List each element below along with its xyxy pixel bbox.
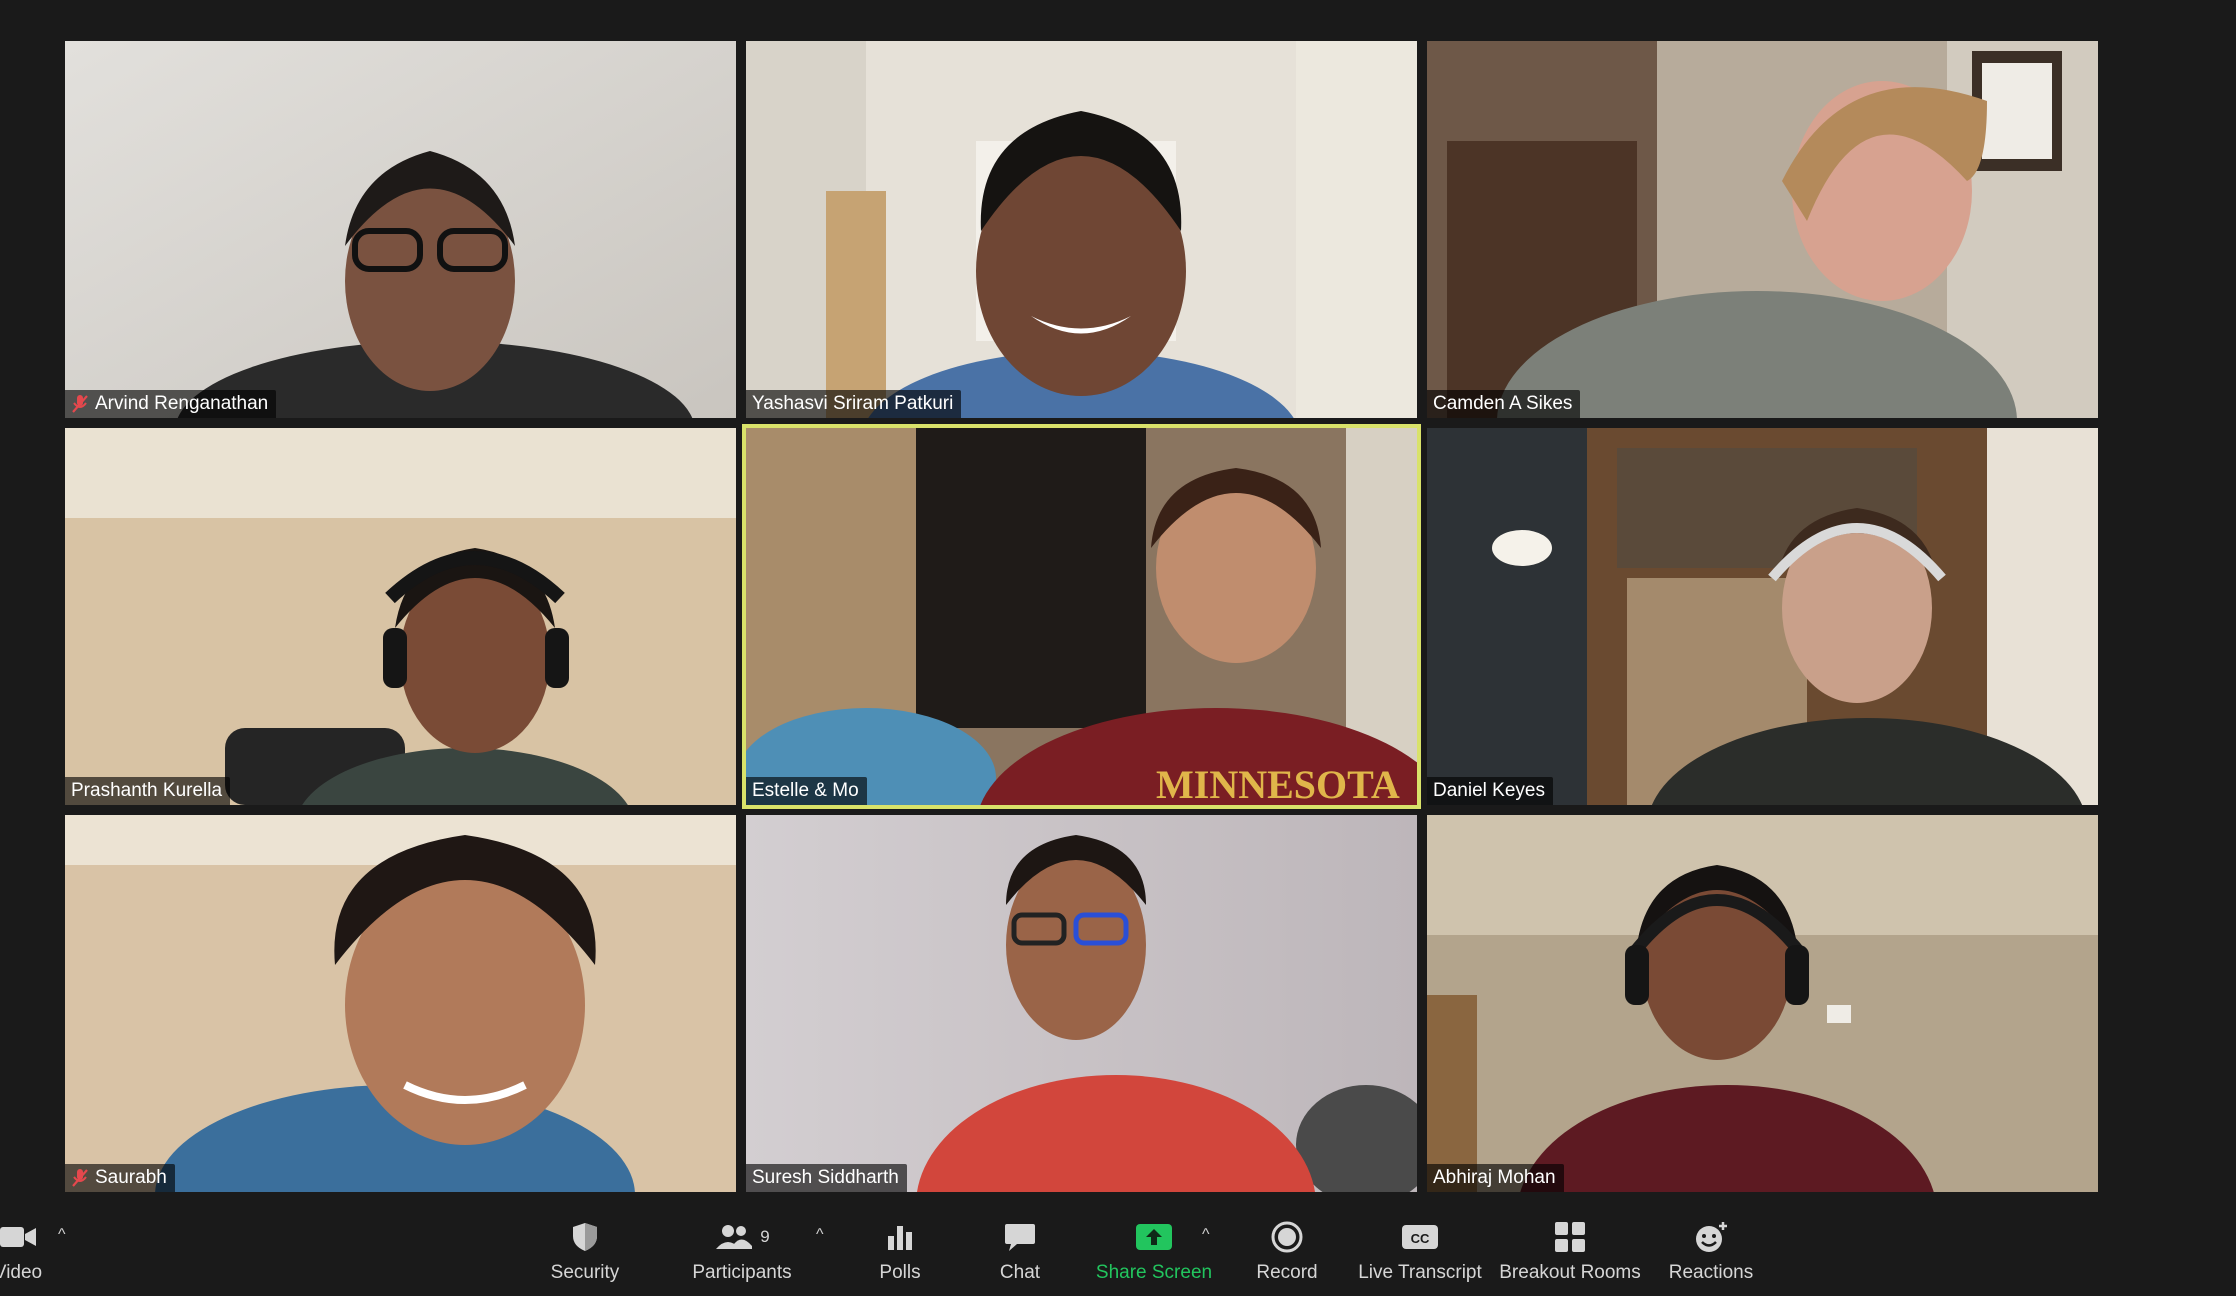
reactions-button[interactable]: Reactions (1666, 1218, 1756, 1288)
svg-text:CC: CC (1411, 1231, 1430, 1246)
video-feed (1427, 815, 2098, 1192)
video-feed (65, 41, 736, 418)
security-button[interactable]: Security (540, 1218, 630, 1288)
muted-microphone-icon (72, 395, 88, 413)
participants-button[interactable]: 9 Participants (686, 1218, 798, 1288)
video-grid: Arvind Renganathan Yashasvi Sriram Patku… (0, 0, 2236, 1200)
participant-name-tag: Arvind Renganathan (65, 390, 277, 418)
participant-name: Suresh Siddharth (752, 1167, 899, 1188)
video-button[interactable]: Video (0, 1218, 60, 1288)
video-camera-icon (0, 1218, 38, 1256)
participant-name: Daniel Keyes (1433, 780, 1545, 801)
participant-name: Saurabh (95, 1167, 167, 1188)
reactions-label: Reactions (1668, 1262, 1754, 1283)
video-feed (1427, 41, 2098, 418)
breakout-rooms-label: Breakout Rooms (1499, 1262, 1641, 1283)
participant-name-tag: Abhiraj Mohan (1427, 1164, 1564, 1192)
video-tile[interactable]: Arvind Renganathan (65, 41, 736, 418)
live-transcript-label: Live Transcript (1358, 1262, 1482, 1283)
video-feed (746, 815, 1417, 1192)
video-feed (65, 428, 736, 805)
chat-button[interactable]: Chat (990, 1218, 1050, 1288)
share-screen-button[interactable]: Share Screen (1092, 1218, 1216, 1288)
participant-name-tag: Daniel Keyes (1427, 777, 1553, 805)
live-transcript-button[interactable]: CC Live Transcript (1358, 1218, 1482, 1288)
video-tile[interactable]: Yashasvi Sriram Patkuri (746, 41, 1417, 418)
participants-count: 9 (760, 1227, 770, 1246)
bar-chart-icon (885, 1218, 915, 1256)
video-feed (65, 815, 736, 1192)
video-label: Video (0, 1262, 43, 1283)
breakout-rooms-button[interactable]: Breakout Rooms (1499, 1218, 1641, 1288)
participants-icon: 9 (714, 1218, 770, 1256)
video-feed: MINNESOTA (746, 428, 1417, 805)
share-screen-options-caret[interactable]: ^ (1202, 1226, 1210, 1244)
emoji-reaction-icon (1693, 1218, 1729, 1256)
video-options-caret[interactable]: ^ (58, 1226, 66, 1244)
polls-label: Polls (879, 1262, 921, 1283)
participant-name-tag: Suresh Siddharth (746, 1164, 907, 1192)
participant-name: Camden A Sikes (1433, 393, 1573, 414)
participant-name: Yashasvi Sriram Patkuri (752, 393, 954, 414)
record-button[interactable]: Record (1252, 1218, 1322, 1288)
participants-label: Participants (692, 1262, 792, 1283)
video-tile[interactable]: Abhiraj Mohan (1427, 815, 2098, 1192)
video-feed (746, 41, 1417, 418)
record-icon (1270, 1218, 1304, 1256)
meeting-toolbar: Video ^ Security 9 Participants ^ Polls … (0, 1200, 2236, 1296)
security-label: Security (550, 1262, 620, 1283)
shield-icon (570, 1218, 600, 1256)
participant-name: Abhiraj Mohan (1433, 1167, 1556, 1188)
participant-name-tag: Camden A Sikes (1427, 390, 1581, 418)
participant-name-tag: Saurabh (65, 1164, 175, 1192)
video-tile[interactable]: Daniel Keyes (1427, 428, 2098, 805)
participant-name-tag: Prashanth Kurella (65, 777, 231, 805)
participant-name: Estelle & Mo (752, 780, 859, 801)
share-screen-icon (1135, 1218, 1173, 1256)
video-tile[interactable]: Camden A Sikes (1427, 41, 2098, 418)
record-label: Record (1256, 1262, 1318, 1283)
breakout-rooms-icon (1553, 1218, 1587, 1256)
share-screen-label: Share Screen (1095, 1262, 1213, 1283)
video-tile[interactable]: Suresh Siddharth (746, 815, 1417, 1192)
closed-caption-icon: CC (1401, 1218, 1439, 1256)
video-feed (1427, 428, 2098, 805)
chat-bubble-icon (1003, 1218, 1037, 1256)
polls-button[interactable]: Polls (870, 1218, 930, 1288)
video-tile-active-speaker[interactable]: MINNESOTA Estelle & Mo (742, 424, 1421, 809)
participant-name-tag: Estelle & Mo (746, 777, 867, 805)
participants-options-caret[interactable]: ^ (816, 1226, 824, 1244)
svg-text:MINNESOTA: MINNESOTA (1156, 762, 1400, 805)
chat-label: Chat (999, 1262, 1041, 1283)
video-tile[interactable]: Saurabh (65, 815, 736, 1192)
participant-name: Prashanth Kurella (71, 780, 223, 801)
participant-name-tag: Yashasvi Sriram Patkuri (746, 390, 962, 418)
participant-name: Arvind Renganathan (95, 393, 269, 414)
video-tile[interactable]: Prashanth Kurella (65, 428, 736, 805)
muted-microphone-icon (72, 1169, 88, 1187)
